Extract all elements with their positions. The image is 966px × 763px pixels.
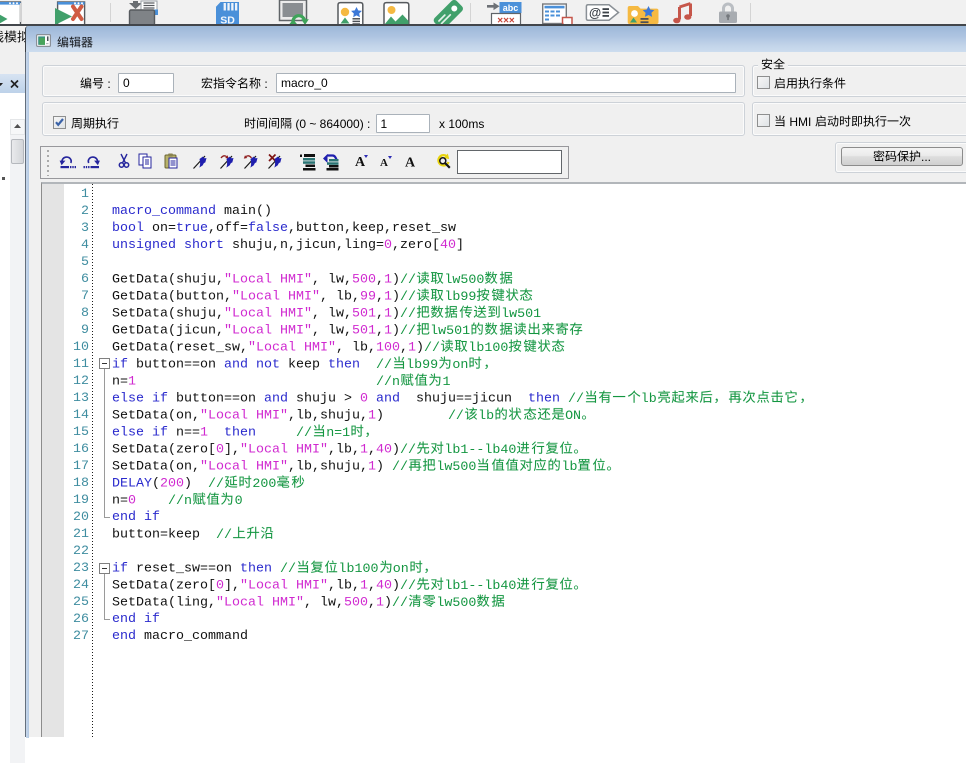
svg-text:SD: SD	[220, 15, 235, 26]
svg-text:@: @	[589, 6, 601, 20]
svg-text:A: A	[355, 155, 366, 170]
svg-text:A: A	[405, 155, 416, 170]
svg-text:A: A	[380, 157, 388, 169]
svg-text:×××: ×××	[497, 16, 515, 26]
svg-text:abc: abc	[503, 3, 519, 13]
